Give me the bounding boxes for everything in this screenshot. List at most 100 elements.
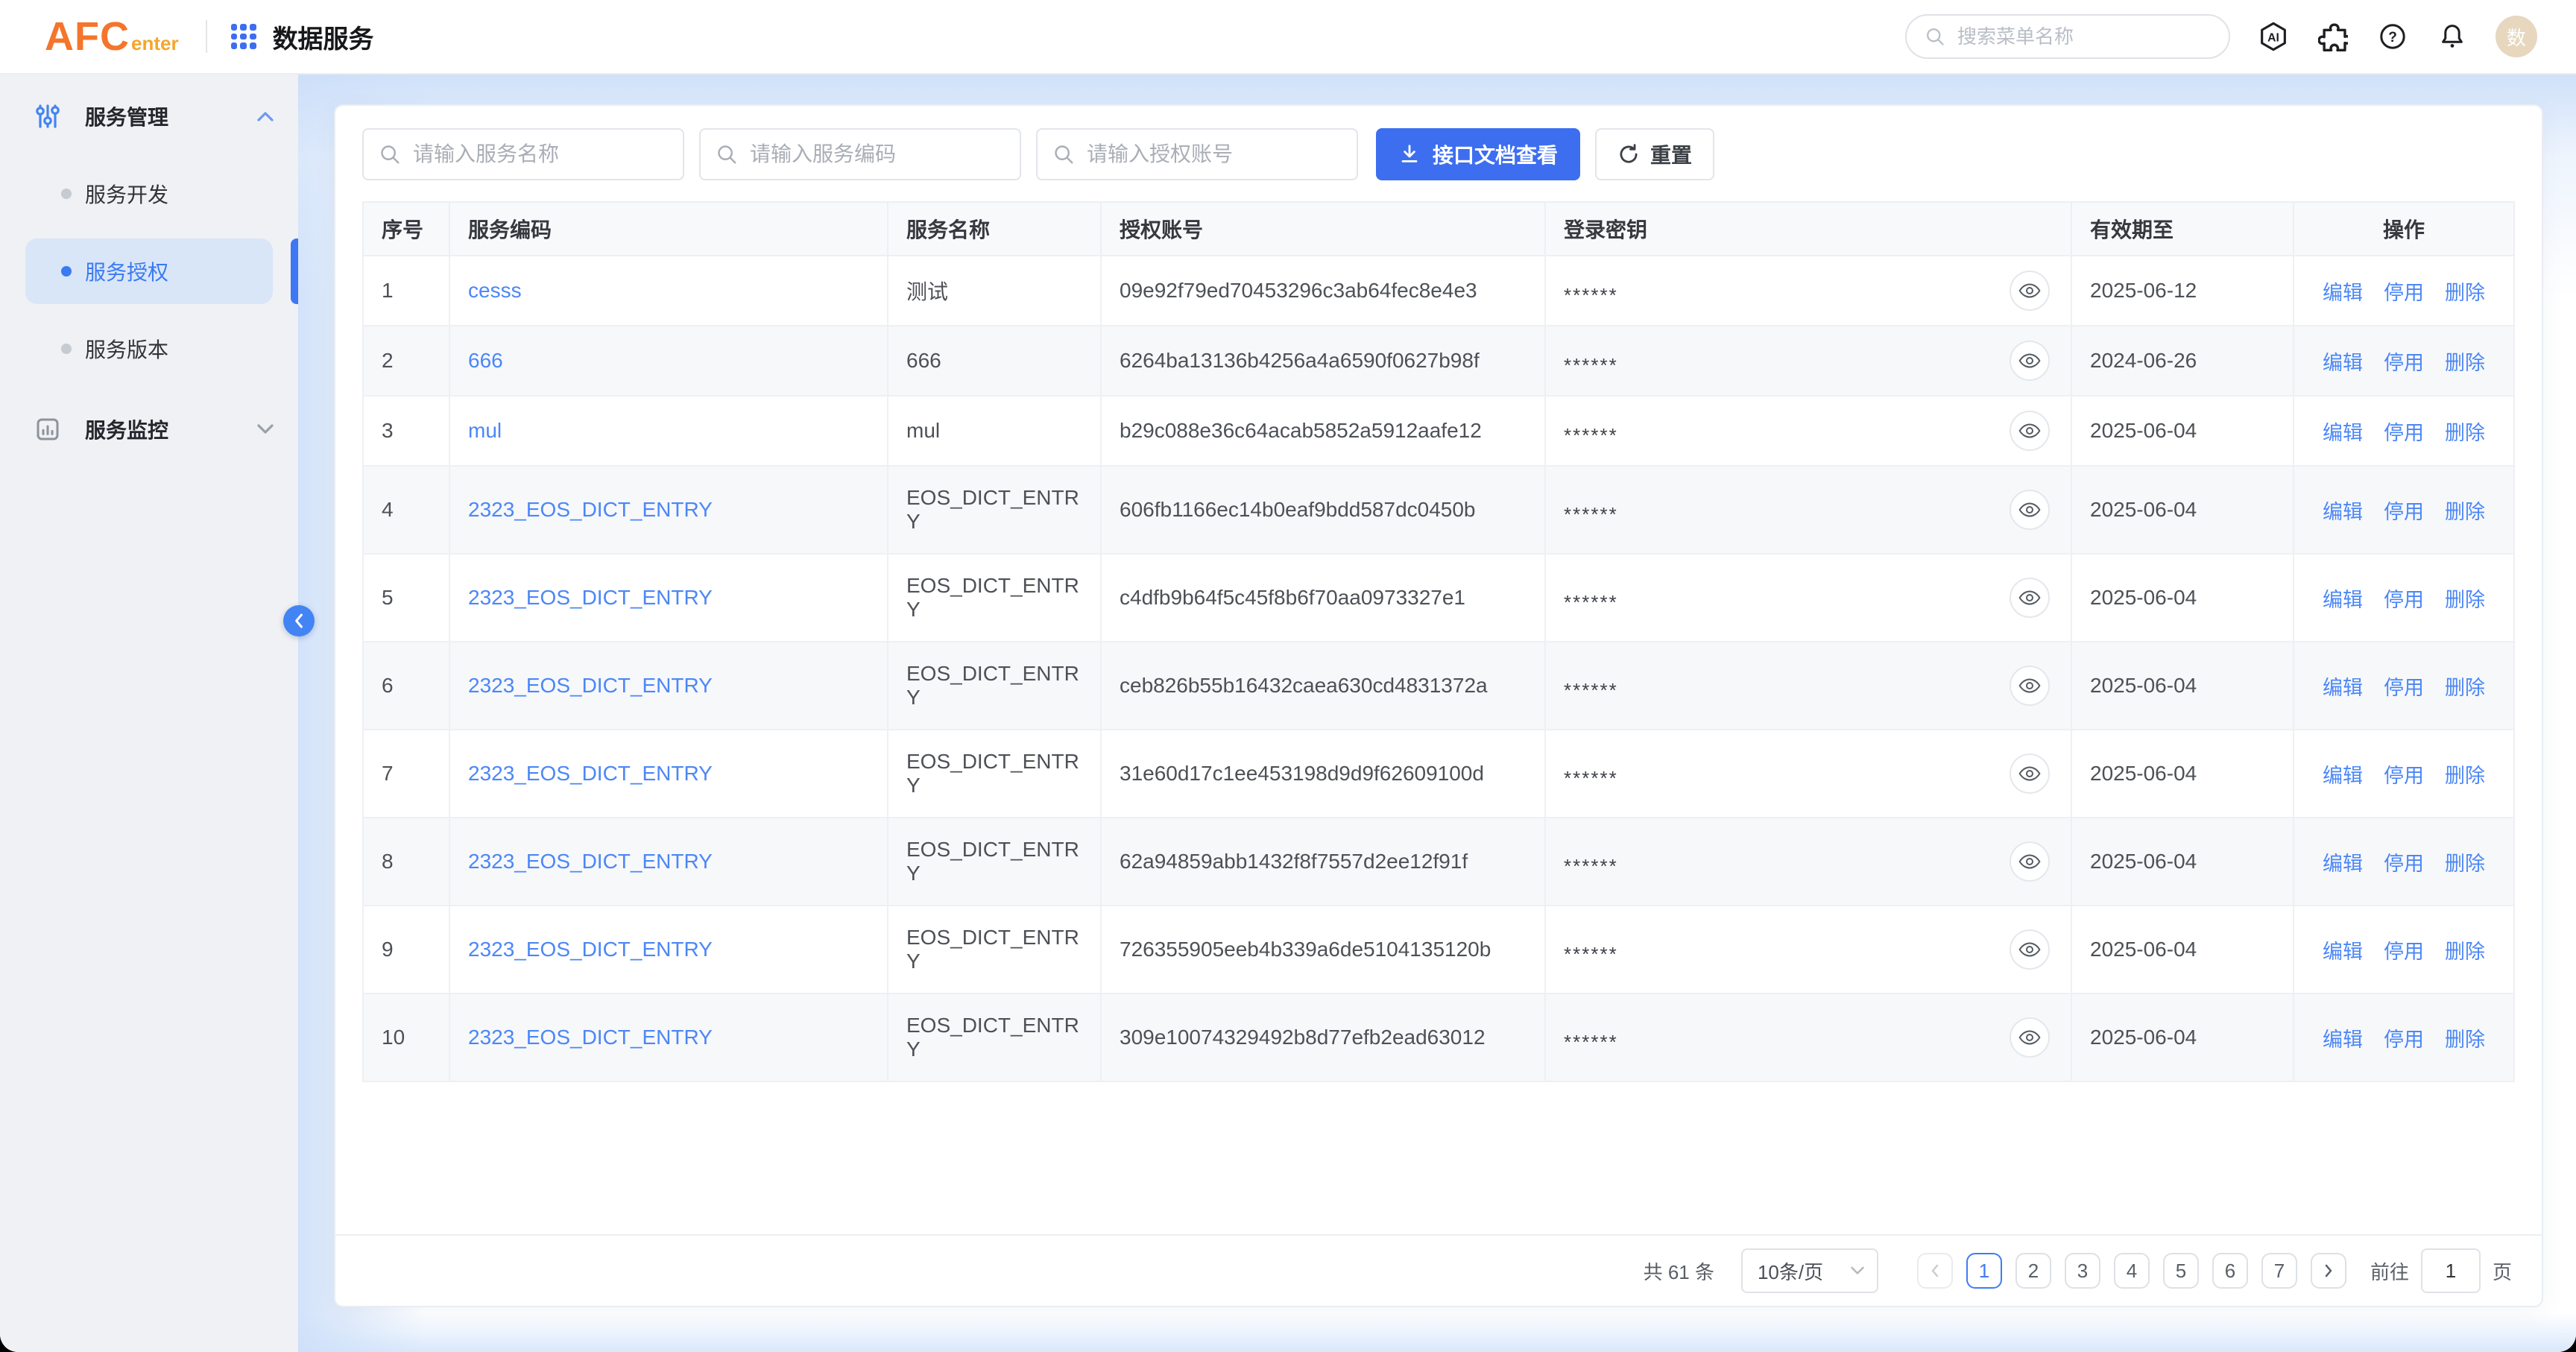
sidebar-item-service-authorization[interactable]: 服务授权 [25, 239, 273, 304]
service-code-link[interactable]: 2323_EOS_DICT_ENTRY [468, 850, 713, 873]
toggle-password-button[interactable] [2010, 490, 2050, 530]
sidebar-group-service-monitoring[interactable]: 服务监控 [0, 397, 298, 462]
delete-link[interactable]: 删除 [2445, 417, 2485, 446]
delete-link[interactable]: 删除 [2445, 347, 2485, 376]
service-code-link[interactable]: 2323_EOS_DICT_ENTRY [468, 938, 713, 961]
page-button-2[interactable]: 2 [2015, 1253, 2051, 1289]
table-row: 5 2323_EOS_DICT_ENTRY EOS_DICT_ENTRY c4d… [363, 554, 2514, 642]
delete-link[interactable]: 删除 [2445, 496, 2485, 525]
delete-link[interactable]: 删除 [2445, 277, 2485, 306]
reset-button[interactable]: 重置 [1595, 128, 1714, 180]
filter-bar: 接口文档查看 重置 [362, 128, 2515, 180]
cell-index: 3 [363, 396, 449, 466]
disable-link[interactable]: 停用 [2384, 935, 2424, 964]
auth-account-input[interactable] [1087, 142, 1342, 166]
service-code-link[interactable]: 2323_EOS_DICT_ENTRY [468, 674, 713, 697]
sidebar-collapse-button[interactable] [283, 605, 315, 636]
toggle-password-button[interactable] [2010, 271, 2050, 311]
api-doc-view-button[interactable]: 接口文档查看 [1376, 128, 1580, 180]
service-code-input[interactable] [750, 142, 1005, 166]
prev-page-button[interactable] [1917, 1253, 1953, 1289]
edit-link[interactable]: 编辑 [2323, 347, 2363, 376]
page-button-3[interactable]: 3 [2065, 1253, 2100, 1289]
api-doc-view-label: 接口文档查看 [1433, 139, 1558, 169]
delete-link[interactable]: 删除 [2445, 1023, 2485, 1052]
edit-link[interactable]: 编辑 [2323, 847, 2363, 876]
delete-link[interactable]: 删除 [2445, 584, 2485, 613]
page-button-4[interactable]: 4 [2114, 1253, 2150, 1289]
plugin-icon[interactable] [2317, 20, 2349, 53]
delete-link[interactable]: 删除 [2445, 935, 2485, 964]
service-code-link[interactable]: mul [468, 419, 502, 442]
edit-link[interactable]: 编辑 [2323, 759, 2363, 789]
disable-link[interactable]: 停用 [2384, 347, 2424, 376]
menu-search[interactable] [1905, 14, 2230, 59]
service-name-filter[interactable] [362, 128, 684, 180]
page-button-6[interactable]: 6 [2212, 1253, 2248, 1289]
sidebar-group-label: 服务监控 [85, 414, 233, 444]
reset-label: 重置 [1650, 139, 1692, 169]
service-code-link[interactable]: 2323_EOS_DICT_ENTRY [468, 1026, 713, 1049]
disable-link[interactable]: 停用 [2384, 847, 2424, 876]
disable-link[interactable]: 停用 [2384, 277, 2424, 306]
help-icon[interactable]: ? [2376, 20, 2409, 53]
disable-link[interactable]: 停用 [2384, 417, 2424, 446]
toggle-password-button[interactable] [2010, 666, 2050, 706]
toggle-password-button[interactable] [2010, 1017, 2050, 1058]
page-button-7[interactable]: 7 [2261, 1253, 2297, 1289]
goto-page-input[interactable] [2421, 1248, 2481, 1293]
service-code-link[interactable]: 2323_EOS_DICT_ENTRY [468, 586, 713, 609]
page-size-value: 10条/页 [1758, 1257, 1823, 1285]
disable-link[interactable]: 停用 [2384, 672, 2424, 701]
toggle-password-button[interactable] [2010, 411, 2050, 451]
service-code-link[interactable]: 2323_EOS_DICT_ENTRY [468, 498, 713, 521]
sidebar-item-label: 服务开发 [85, 179, 168, 209]
page-button-1[interactable]: 1 [1966, 1253, 2002, 1289]
card-spacer [362, 1082, 2515, 1234]
search-icon [379, 143, 401, 165]
edit-link[interactable]: 编辑 [2323, 1023, 2363, 1052]
delete-link[interactable]: 删除 [2445, 759, 2485, 789]
sidebar-group-service-management[interactable]: 服务管理 [0, 83, 298, 149]
service-name-input[interactable] [413, 142, 668, 166]
afcenter-logo[interactable]: AFC enter [45, 13, 179, 60]
sidebar-item-service-version[interactable]: 服务版本 [25, 316, 273, 382]
toggle-password-button[interactable] [2010, 341, 2050, 381]
notification-icon[interactable] [2436, 20, 2469, 53]
page-button-5[interactable]: 5 [2163, 1253, 2199, 1289]
edit-link[interactable]: 编辑 [2323, 417, 2363, 446]
edit-link[interactable]: 编辑 [2323, 496, 2363, 525]
disable-link[interactable]: 停用 [2384, 584, 2424, 613]
disable-link[interactable]: 停用 [2384, 1023, 2424, 1052]
service-code-filter[interactable] [699, 128, 1021, 180]
toggle-password-button[interactable] [2010, 841, 2050, 882]
chevron-left-icon [1929, 1263, 1941, 1278]
cell-service-name: mul [888, 396, 1101, 466]
table-row: 2 666 666 6264ba13136b4256a4a6590f0627b9… [363, 326, 2514, 396]
menu-search-input[interactable] [1957, 25, 2211, 48]
cell-index: 6 [363, 642, 449, 730]
user-avatar[interactable]: 数 [2496, 16, 2537, 57]
edit-link[interactable]: 编辑 [2323, 672, 2363, 701]
delete-link[interactable]: 删除 [2445, 847, 2485, 876]
table-row: 10 2323_EOS_DICT_ENTRY EOS_DICT_ENTRY 30… [363, 994, 2514, 1081]
toggle-password-button[interactable] [2010, 754, 2050, 794]
service-code-link[interactable]: 2323_EOS_DICT_ENTRY [468, 762, 713, 785]
ai-assistant-icon[interactable]: AI [2257, 20, 2290, 53]
toggle-password-button[interactable] [2010, 929, 2050, 970]
service-code-link[interactable]: cesss [468, 279, 522, 302]
delete-link[interactable]: 删除 [2445, 672, 2485, 701]
next-page-button[interactable] [2311, 1253, 2346, 1289]
page-size-select[interactable]: 10条/页 [1741, 1248, 1878, 1293]
edit-link[interactable]: 编辑 [2323, 277, 2363, 306]
auth-account-filter[interactable] [1036, 128, 1358, 180]
service-code-link[interactable]: 666 [468, 349, 503, 372]
disable-link[interactable]: 停用 [2384, 496, 2424, 525]
toggle-password-button[interactable] [2010, 578, 2050, 618]
cell-valid-until: 2025-06-04 [2071, 994, 2294, 1081]
edit-link[interactable]: 编辑 [2323, 935, 2363, 964]
sidebar-item-service-development[interactable]: 服务开发 [25, 161, 273, 227]
disable-link[interactable]: 停用 [2384, 759, 2424, 789]
app-grid-icon[interactable] [231, 24, 256, 49]
edit-link[interactable]: 编辑 [2323, 584, 2363, 613]
